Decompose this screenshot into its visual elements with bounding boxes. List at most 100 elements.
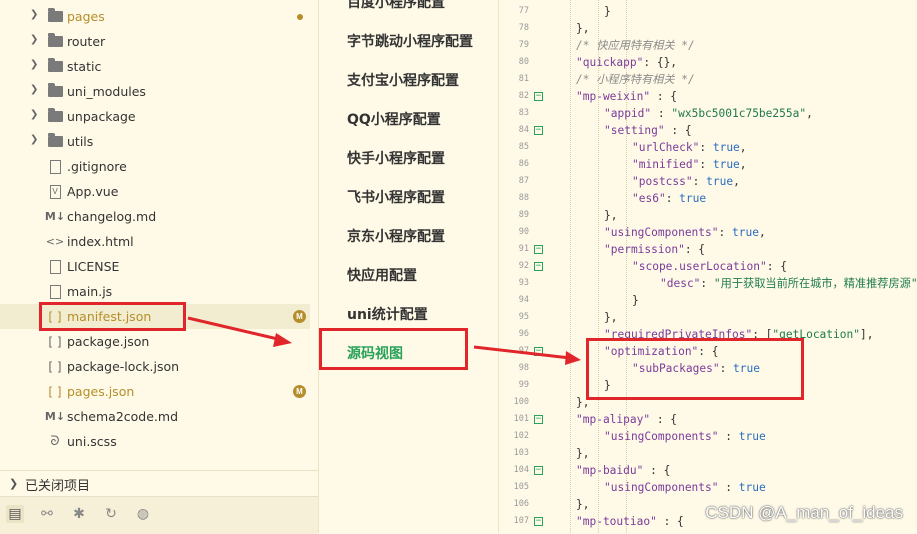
explorer-item-uni-scss[interactable]: ᘐ uni.scss (0, 429, 310, 454)
fold-toggle-icon[interactable]: − (534, 245, 543, 254)
chevron-right-icon[interactable]: ❯ (30, 9, 42, 23)
binoculars-icon[interactable]: ⚯ (38, 505, 56, 523)
code-text: }, (604, 209, 618, 222)
code-line[interactable]: 84− "setting" : { (499, 122, 917, 139)
explorer-item-license[interactable]: LICENSE (0, 254, 310, 279)
explorer-item-utils[interactable]: ❯ utils (0, 129, 310, 154)
line-number: 93 (518, 278, 529, 288)
code-line[interactable]: 102 "usingComponents" : true (499, 428, 917, 445)
code-line[interactable]: 94} (499, 292, 917, 309)
code-text: "es6": true (632, 192, 707, 205)
explorer-item-pages-json[interactable]: [ ] pages.json M (0, 379, 310, 404)
code-line[interactable]: 103}, (499, 445, 917, 462)
code-line[interactable]: 105 "usingComponents" : true (499, 479, 917, 496)
explorer-item-label: router (67, 34, 106, 49)
code-text: "mp-toutiao" : { (576, 515, 684, 528)
code-text: "usingComponents" : true (604, 430, 766, 443)
explorer-icon[interactable]: ▤ (6, 505, 24, 523)
code-line[interactable]: 85 "urlCheck": true, (499, 139, 917, 156)
code-text: "permission": { (604, 243, 706, 256)
code-text: }, (604, 311, 618, 324)
explorer-item-changelog-md[interactable]: M↓ changelog.md (0, 204, 310, 229)
markdown-file-icon: M↓ (44, 410, 66, 423)
line-number: 100 (513, 397, 529, 407)
fold-toggle-icon[interactable]: − (534, 262, 543, 271)
code-text: "appid" : "wx5bc5001c75be255a", (604, 107, 813, 120)
code-line[interactable]: 92− "scope.userLocation": { (499, 258, 917, 275)
line-number: 91 (518, 244, 529, 254)
explorer-item-schema2code-md[interactable]: M↓ schema2code.md (0, 404, 310, 429)
fold-toggle-icon[interactable]: − (534, 517, 543, 526)
nav-item[interactable]: 京东小程序配置 (347, 226, 445, 246)
code-line[interactable]: 87 "postcss": true, (499, 173, 917, 190)
nav-item[interactable]: 字节跳动小程序配置 (347, 31, 473, 51)
explorer-item-label: utils (67, 134, 94, 149)
explorer-item-unpackage[interactable]: ❯ unpackage (0, 104, 310, 129)
chevron-right-icon[interactable]: ❯ (30, 134, 42, 148)
nav-item[interactable]: 支付宝小程序配置 (347, 70, 459, 90)
code-line[interactable]: 93 "desc": "用于获取当前所在城市，精准推荐房源" (499, 275, 917, 292)
code-line[interactable]: 90 "usingComponents": true, (499, 224, 917, 241)
chevron-right-icon[interactable]: ❯ (30, 109, 42, 123)
folder-icon (46, 8, 64, 25)
explorer-item-package-lock-json[interactable]: [ ] package-lock.json (0, 354, 310, 379)
closed-projects-section[interactable]: ❯ 已关闭项目 (0, 470, 318, 495)
code-line[interactable]: 89}, (499, 207, 917, 224)
code-line[interactable]: 80 "quickapp": {}, (499, 54, 917, 71)
chevron-right-icon[interactable]: ❯ (30, 34, 42, 48)
fold-toggle-icon[interactable]: − (534, 92, 543, 101)
nav-item[interactable]: QQ小程序配置 (347, 109, 441, 129)
code-line[interactable]: 88 "es6": true (499, 190, 917, 207)
nav-item[interactable]: 百度小程序配置 (347, 0, 445, 12)
code-text: "desc": "用于获取当前所在城市，精准推荐房源" (660, 277, 917, 290)
code-text: "mp-baidu" : { (576, 464, 671, 477)
line-number: 80 (518, 57, 529, 67)
explorer-item-main-js[interactable]: main.js (0, 279, 310, 304)
code-line[interactable]: 91− "permission": { (499, 241, 917, 258)
explorer-item-label: static (67, 59, 102, 74)
fold-toggle-icon[interactable]: − (534, 415, 543, 424)
code-text: "setting" : { (604, 124, 692, 137)
explorer-item-app-vue[interactable]: V App.vue (0, 179, 310, 204)
git-icon[interactable]: ↻ (102, 505, 120, 523)
code-line[interactable]: 81 /* 小程序特有相关 */ (499, 71, 917, 88)
nav-item[interactable]: 飞书小程序配置 (347, 187, 445, 207)
line-number: 87 (518, 176, 529, 186)
code-text: "postcss": true, (632, 175, 740, 188)
scss-file-icon: ᘐ (50, 434, 60, 449)
code-line[interactable]: 78}, (499, 20, 917, 37)
code-line[interactable]: 83 "appid" : "wx5bc5001c75be255a", (499, 105, 917, 122)
explorer-item-label: uni.scss (67, 434, 117, 449)
code-line[interactable]: 82− "mp-weixin" : { (499, 88, 917, 105)
code-text: "usingComponents": true, (604, 226, 766, 239)
code-line[interactable]: 79 /* 快应用特有相关 */ (499, 37, 917, 54)
code-line[interactable]: 95}, (499, 309, 917, 326)
bug-icon[interactable]: ✱ (70, 505, 88, 523)
fold-toggle-icon[interactable]: − (534, 466, 543, 475)
code-line[interactable]: 77} (499, 3, 917, 20)
explorer-item-label: package.json (67, 334, 150, 349)
explorer-item-package-json[interactable]: [ ] package.json (0, 329, 310, 354)
chevron-right-icon[interactable]: ❯ (30, 84, 42, 98)
chevron-right-icon[interactable]: ❯ (30, 59, 42, 73)
explorer-item-gitignore[interactable]: .gitignore (0, 154, 310, 179)
explorer-item-pages[interactable]: ❯ pages (0, 4, 310, 29)
nav-item[interactable]: uni统计配置 (347, 304, 428, 324)
nav-item[interactable]: 快手小程序配置 (347, 148, 445, 168)
fold-toggle-icon[interactable]: − (534, 126, 543, 135)
file-icon (46, 258, 64, 275)
json-file-icon: [ ] (48, 384, 62, 399)
line-number: 96 (518, 329, 529, 339)
explorer-item-uni-modules[interactable]: ❯ uni_modules (0, 79, 310, 104)
code-line[interactable]: 104− "mp-baidu" : { (499, 462, 917, 479)
markdown-file-icon: M↓ (44, 210, 66, 223)
palette-icon[interactable]: ◍ (134, 505, 152, 523)
explorer-item-router[interactable]: ❯ router (0, 29, 310, 54)
code-line[interactable]: 101− "mp-alipay" : { (499, 411, 917, 428)
explorer-item-index-html[interactable]: <> index.html (0, 229, 310, 254)
fold-toggle-icon[interactable]: − (534, 347, 543, 356)
code-line[interactable]: 86 "minified": true, (499, 156, 917, 173)
explorer-item-static[interactable]: ❯ static (0, 54, 310, 79)
code-editor[interactable]: 77} 78}, 79/* 快应用特有相关 */80 "quickapp": {}, 8… (498, 0, 917, 533)
nav-item[interactable]: 快应用配置 (347, 265, 417, 285)
